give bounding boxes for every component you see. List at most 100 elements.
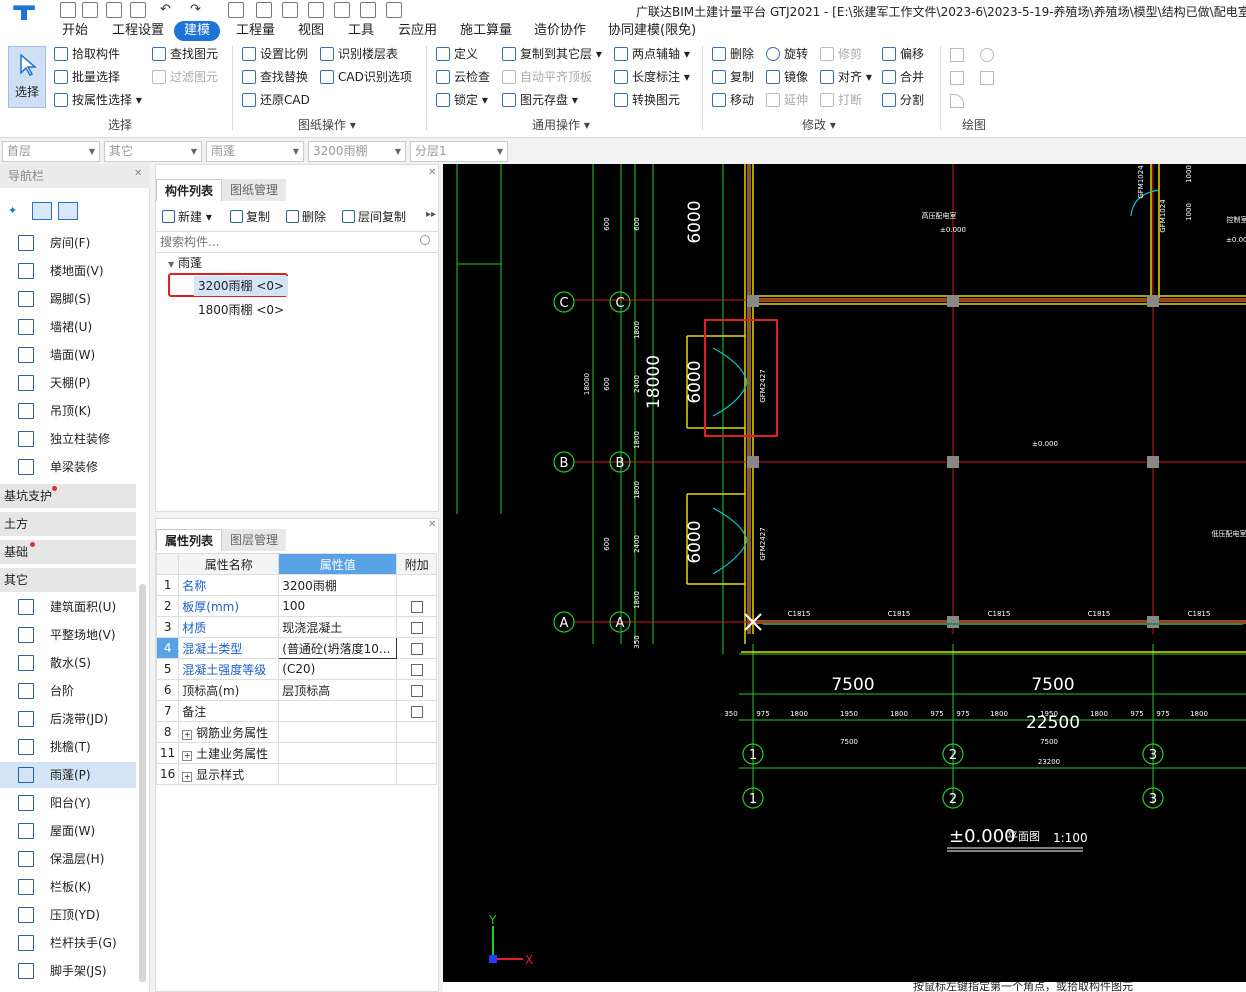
tree-root-canopy[interactable]: ▼ 雨蓬 bbox=[168, 253, 202, 273]
checkbox[interactable] bbox=[410, 663, 423, 676]
nav-item-roof[interactable]: 屋面(W) bbox=[0, 818, 136, 844]
close-icon[interactable]: ✕ bbox=[428, 167, 436, 178]
tab-collab[interactable]: 协同建模(限免) bbox=[598, 21, 706, 41]
element-save-button[interactable]: 图元存盘 ▾ bbox=[502, 90, 578, 110]
new-component-button[interactable]: 新建 ▾ bbox=[160, 207, 212, 227]
floor-select[interactable]: 首层 ▼ bbox=[2, 141, 100, 162]
mirror-button[interactable]: 镜像 bbox=[766, 67, 808, 87]
nav-category-earthwork[interactable]: 土方 bbox=[0, 512, 136, 536]
grid-icon[interactable] bbox=[282, 2, 298, 18]
table-row[interactable]: 8 + 钢筋业务属性 bbox=[155, 721, 438, 743]
save-icon[interactable] bbox=[106, 2, 122, 18]
find-element-button[interactable]: 查找图元 bbox=[152, 44, 218, 64]
nav-item-site-leveling[interactable]: 平整场地(V) bbox=[0, 622, 136, 648]
nav-item-canopy[interactable]: 雨蓬(P) bbox=[0, 762, 136, 788]
expand-icon[interactable]: + bbox=[182, 771, 193, 782]
copy-component-button[interactable]: 复制 bbox=[228, 207, 270, 227]
more-icon[interactable]: ▸▸ bbox=[426, 209, 436, 220]
tab-quantity[interactable]: 工程量 bbox=[226, 21, 285, 41]
tab-property-list[interactable]: 属性列表 bbox=[156, 529, 223, 551]
length-dimension-button[interactable]: 长度标注 ▾ bbox=[614, 67, 690, 87]
nav-scrollbar[interactable] bbox=[139, 584, 146, 982]
table-row[interactable]: 4 混凝土类型 (普通砼(坍落度10... bbox=[155, 637, 438, 659]
cloud-check-button[interactable]: 云检查 bbox=[436, 67, 490, 87]
tab-construction[interactable]: 施工算量 bbox=[450, 21, 522, 41]
drawing-group-label[interactable]: 图纸操作 ▾ bbox=[298, 116, 356, 133]
copy-to-other-floor-button[interactable]: 复制到其它层 ▾ bbox=[502, 44, 602, 64]
lock-button[interactable]: 锁定 ▾ bbox=[436, 90, 488, 110]
trim-button[interactable]: 修剪 bbox=[820, 44, 862, 64]
checkbox[interactable] bbox=[410, 621, 423, 634]
nav-category-pit[interactable]: 基坑支护 bbox=[0, 484, 136, 508]
checkbox[interactable] bbox=[410, 600, 423, 613]
tab-tools[interactable]: 工具 bbox=[338, 21, 384, 41]
sum-icon[interactable] bbox=[228, 2, 244, 18]
nav-item-railing[interactable]: 栏杆扶手(G) bbox=[0, 930, 136, 956]
nav-item-skirting[interactable]: 踢脚(S) bbox=[0, 286, 136, 312]
auto-align-slab-button[interactable]: 自动平齐顶板 bbox=[502, 67, 592, 87]
table-row[interactable]: 3 材质 现浇混凝土 bbox=[155, 616, 438, 638]
tab-view[interactable]: 视图 bbox=[288, 21, 334, 41]
move-button[interactable]: 移动 bbox=[712, 90, 754, 110]
align-button[interactable]: 对齐 ▾ bbox=[820, 67, 872, 87]
table-row[interactable]: 1 名称 3200雨棚 bbox=[155, 574, 438, 596]
close-icon[interactable]: ✕ bbox=[428, 519, 436, 530]
select-button[interactable]: 选择 bbox=[8, 46, 46, 108]
nav-item-balcony[interactable]: 阳台(Y) bbox=[0, 790, 136, 816]
filter-element-button[interactable]: 过滤图元 bbox=[152, 67, 218, 87]
pick-component-button[interactable]: 拾取构件 bbox=[54, 44, 120, 64]
extend-button[interactable]: 延伸 bbox=[766, 90, 808, 110]
nav-item-coping[interactable]: 压顶(YD) bbox=[0, 902, 136, 928]
nav-item-post-pour-strip[interactable]: 后浇带(JD) bbox=[0, 706, 136, 732]
checkbox[interactable] bbox=[410, 684, 423, 697]
rotate-button[interactable]: 旋转 bbox=[766, 44, 808, 64]
edit-icon[interactable] bbox=[334, 2, 350, 18]
nav-item-room[interactable]: 房间(F) bbox=[0, 230, 136, 256]
identify-floor-table-button[interactable]: 识别楼层表 bbox=[320, 44, 398, 64]
nav-item-dado[interactable]: 墙裙(U) bbox=[0, 314, 136, 340]
batch-select-button[interactable]: 批量选择 bbox=[54, 67, 120, 87]
split-button[interactable]: 分割 bbox=[882, 90, 924, 110]
detail-view-icon[interactable] bbox=[58, 202, 78, 220]
undo-icon[interactable]: ↶ bbox=[160, 2, 176, 18]
table-icon[interactable] bbox=[256, 2, 272, 18]
nav-item-apron[interactable]: 散水(S) bbox=[0, 650, 136, 676]
tab-layer-management[interactable]: 图层管理 bbox=[222, 529, 287, 551]
nav-item-beam-finish[interactable]: 单梁装修 bbox=[0, 454, 136, 480]
rect-draw-icon[interactable] bbox=[980, 71, 994, 85]
category-select[interactable]: 其它 ▼ bbox=[104, 141, 202, 162]
nav-item-wall-face[interactable]: 墙面(W) bbox=[0, 342, 136, 368]
tab-cloud[interactable]: 云应用 bbox=[388, 21, 447, 41]
merge-button[interactable]: 合并 bbox=[882, 67, 924, 87]
table-row[interactable]: 7 备注 bbox=[155, 700, 438, 722]
list-view-icon[interactable] bbox=[32, 202, 52, 220]
redo-icon[interactable]: ↷ bbox=[190, 2, 206, 18]
select-by-property-button[interactable]: 按属性选择 ▾ bbox=[54, 90, 142, 110]
nav-item-building-area[interactable]: 建筑面积(U) bbox=[0, 594, 136, 620]
cad-canvas[interactable]: C C B B A A 1 2 3 1 2 3 7500 7500 22500 … bbox=[443, 164, 1246, 992]
restore-cad-button[interactable]: 还原CAD bbox=[242, 90, 310, 110]
nav-item-ceiling[interactable]: 天棚(P) bbox=[0, 370, 136, 396]
pin-icon[interactable]: ✦ bbox=[8, 204, 17, 217]
open-file-icon[interactable] bbox=[82, 2, 98, 18]
new-file-icon[interactable] bbox=[60, 2, 76, 18]
tree-item-canopy-1800[interactable]: 1800雨棚 <0> bbox=[198, 300, 284, 320]
tab-drawing-management[interactable]: 图纸管理 bbox=[222, 179, 287, 201]
modify-group-label[interactable]: 修改 ▾ bbox=[802, 116, 836, 133]
layout-icon[interactable] bbox=[308, 2, 324, 18]
line-draw-icon[interactable] bbox=[950, 71, 964, 85]
two-point-axis-button[interactable]: 两点辅轴 ▾ bbox=[614, 44, 690, 64]
tree-item-canopy-3200[interactable]: 3200雨棚 <0> bbox=[194, 276, 289, 296]
component-select[interactable]: 3200雨棚 ▼ bbox=[308, 141, 406, 162]
point-draw-icon[interactable] bbox=[950, 48, 964, 62]
delete-component-button[interactable]: 删除 bbox=[284, 207, 326, 227]
arc-draw-icon[interactable] bbox=[950, 94, 964, 108]
tab-start[interactable]: 开始 bbox=[52, 21, 98, 41]
delete-button[interactable]: 删除 bbox=[712, 44, 754, 64]
table-row[interactable]: 6 顶标高(m) 层顶标高 bbox=[155, 679, 438, 701]
find-replace-button[interactable]: 查找替换 bbox=[242, 67, 308, 87]
close-icon[interactable]: ✕ bbox=[134, 168, 142, 179]
nav-category-foundation[interactable]: 基础 bbox=[0, 540, 136, 564]
tab-modeling[interactable]: 建模 bbox=[174, 21, 221, 41]
cad-options-button[interactable]: CAD识别选项 bbox=[320, 67, 412, 87]
